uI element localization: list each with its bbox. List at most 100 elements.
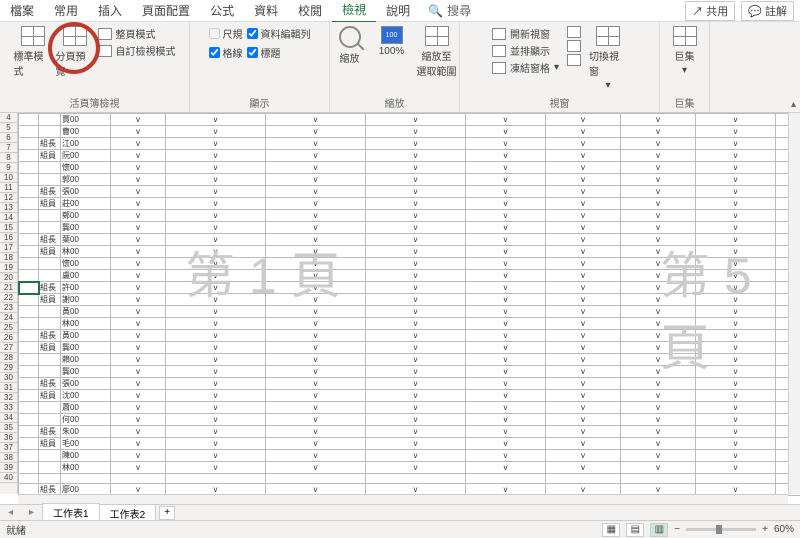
cell[interactable]: v: [366, 162, 466, 174]
cell[interactable]: v: [546, 114, 621, 126]
cell[interactable]: v: [366, 126, 466, 138]
cell[interactable]: v: [621, 402, 696, 414]
page-layout-button[interactable]: 整頁模式: [98, 26, 176, 41]
cell[interactable]: [19, 198, 39, 210]
row-header[interactable]: 18: [0, 253, 17, 263]
cell[interactable]: v: [466, 306, 546, 318]
cell[interactable]: v: [366, 210, 466, 222]
cell[interactable]: v: [546, 354, 621, 366]
row-header[interactable]: 37: [0, 443, 17, 453]
cell[interactable]: v: [111, 150, 166, 162]
cell[interactable]: 葉00: [61, 234, 111, 246]
cell[interactable]: [39, 462, 61, 474]
cell[interactable]: [19, 462, 39, 474]
vertical-scrollbar[interactable]: [788, 113, 800, 494]
cell[interactable]: v: [621, 126, 696, 138]
row-header[interactable]: 12: [0, 193, 17, 203]
cell[interactable]: v: [166, 450, 266, 462]
cell[interactable]: v: [621, 354, 696, 366]
cell[interactable]: [39, 402, 61, 414]
cell[interactable]: v: [166, 258, 266, 270]
cell[interactable]: v: [466, 378, 546, 390]
cell[interactable]: v: [366, 186, 466, 198]
cell[interactable]: v: [546, 282, 621, 294]
cell[interactable]: v: [366, 222, 466, 234]
row-header[interactable]: 16: [0, 233, 17, 243]
cell[interactable]: [39, 126, 61, 138]
cell[interactable]: v: [621, 306, 696, 318]
cell[interactable]: v: [166, 222, 266, 234]
cell[interactable]: v: [696, 114, 776, 126]
cell[interactable]: [19, 126, 39, 138]
menu-layout[interactable]: 頁面配置: [132, 0, 200, 22]
cell[interactable]: v: [696, 306, 776, 318]
cell[interactable]: v: [696, 426, 776, 438]
row-header[interactable]: 19: [0, 263, 17, 273]
cell[interactable]: [39, 258, 61, 270]
cell[interactable]: v: [111, 378, 166, 390]
cell[interactable]: v: [111, 126, 166, 138]
cell[interactable]: v: [266, 318, 366, 330]
cell[interactable]: v: [366, 150, 466, 162]
cell[interactable]: v: [696, 450, 776, 462]
cell[interactable]: v: [546, 390, 621, 402]
cell[interactable]: v: [266, 462, 366, 474]
cell[interactable]: v: [111, 114, 166, 126]
cell[interactable]: v: [696, 234, 776, 246]
cell[interactable]: v: [366, 462, 466, 474]
cell[interactable]: [19, 390, 39, 402]
cell[interactable]: v: [696, 462, 776, 474]
cell[interactable]: [39, 414, 61, 426]
row-header[interactable]: 21: [0, 283, 17, 293]
cell[interactable]: v: [366, 246, 466, 258]
cell[interactable]: v: [621, 378, 696, 390]
cell[interactable]: v: [546, 234, 621, 246]
row-header[interactable]: 26: [0, 333, 17, 343]
arrange-all-button[interactable]: 並排顯示: [492, 43, 559, 58]
view-page-layout-button[interactable]: ▤: [626, 523, 644, 537]
cell[interactable]: v: [111, 450, 166, 462]
row-header[interactable]: 27: [0, 343, 17, 353]
cell[interactable]: [39, 174, 61, 186]
row-header[interactable]: 35: [0, 423, 17, 433]
cell[interactable]: v: [111, 222, 166, 234]
switch-windows-button[interactable]: 切換視窗 ▾: [589, 26, 627, 91]
cell[interactable]: v: [366, 426, 466, 438]
custom-views-button[interactable]: 自訂檢視模式: [98, 43, 176, 58]
cell[interactable]: v: [266, 210, 366, 222]
cell[interactable]: v: [111, 366, 166, 378]
cell[interactable]: [39, 210, 61, 222]
tab-nav-prev[interactable]: ◂: [0, 507, 21, 518]
cell[interactable]: v: [696, 126, 776, 138]
cell[interactable]: [266, 474, 366, 484]
view-page-break-button[interactable]: ▥: [650, 523, 668, 537]
win-opt2-button[interactable]: [567, 40, 581, 52]
cell[interactable]: v: [621, 342, 696, 354]
cell[interactable]: [39, 162, 61, 174]
cell[interactable]: v: [366, 270, 466, 282]
cell[interactable]: [19, 174, 39, 186]
cell[interactable]: v: [546, 414, 621, 426]
cell[interactable]: v: [696, 198, 776, 210]
cell[interactable]: v: [111, 210, 166, 222]
cell[interactable]: 賈00: [61, 114, 111, 126]
cell[interactable]: v: [546, 174, 621, 186]
row-header[interactable]: 17: [0, 243, 17, 253]
cell[interactable]: v: [111, 414, 166, 426]
cell[interactable]: 蕭00: [61, 402, 111, 414]
cell[interactable]: 龔00: [61, 366, 111, 378]
cell[interactable]: 組員: [39, 390, 61, 402]
cell[interactable]: v: [466, 234, 546, 246]
cell[interactable]: 組員: [39, 198, 61, 210]
cell[interactable]: v: [166, 294, 266, 306]
cell[interactable]: v: [166, 282, 266, 294]
cell[interactable]: v: [111, 186, 166, 198]
row-header[interactable]: 15: [0, 223, 17, 233]
cell[interactable]: v: [266, 342, 366, 354]
cell[interactable]: v: [466, 366, 546, 378]
zoom-slider-thumb[interactable]: [716, 525, 722, 534]
cell[interactable]: v: [111, 426, 166, 438]
cell[interactable]: v: [466, 150, 546, 162]
cell[interactable]: v: [621, 114, 696, 126]
cell[interactable]: v: [696, 222, 776, 234]
